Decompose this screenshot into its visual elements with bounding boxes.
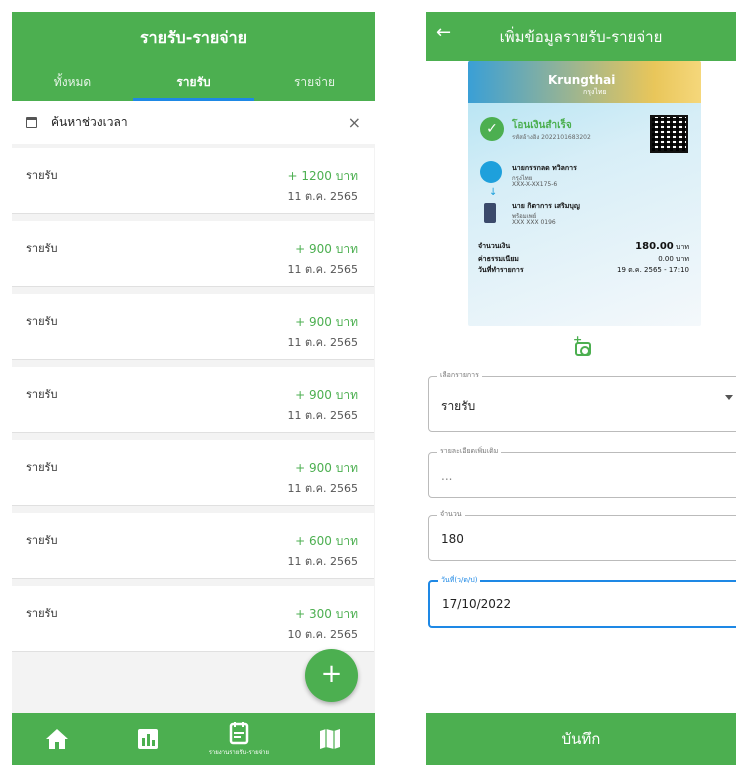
tab-all[interactable]: ทั้งหมด	[12, 63, 133, 101]
down-arrow-icon: ↓	[489, 187, 498, 198]
item-amount: + 900 บาท	[295, 242, 358, 256]
detail-field[interactable]: รายละเอียดเพิ่มเติม ...	[428, 446, 736, 498]
list-item[interactable]: รายรับ + 900 บาท 11 ต.ค. 2565	[12, 440, 374, 506]
item-type: รายรับ	[26, 607, 58, 620]
slip-date-row: วันที่ทำรายการ 19 ต.ค. 2565 - 17:10	[478, 265, 689, 276]
type-select-label: เลือกรายการ	[437, 370, 482, 381]
bar-chart-icon	[138, 729, 159, 749]
item-type: รายรับ	[26, 169, 58, 182]
tab-expense[interactable]: รายจ่าย	[254, 63, 375, 101]
slip-status: โอนเงินสำเร็จ	[512, 120, 572, 131]
nav-report[interactable]: รายงานรายรับ-รายจ่าย	[194, 713, 285, 765]
bank-icon	[480, 161, 502, 183]
slip-fee-value: 0.00 บาท	[658, 255, 689, 263]
success-check-icon: ✓	[480, 117, 504, 141]
item-amount: + 1200 บาท	[287, 169, 359, 183]
date-field-value: 17/10/2022	[442, 597, 512, 611]
slip-amount-row: จำนวนเงิน 180.00 บาท	[478, 241, 689, 252]
item-type: รายรับ	[26, 388, 58, 401]
clear-icon[interactable]: ×	[348, 113, 361, 132]
slip-banner: Krungthai กรุงไทย	[468, 61, 701, 103]
date-field-label: วันที่(ว/ด/ป)	[438, 575, 481, 586]
item-date: 10 ต.ค. 2565	[287, 628, 358, 641]
item-date: 11 ต.ค. 2565	[287, 190, 358, 203]
transfer-slip-image[interactable]: Krungthai กรุงไทย ✓ โอนเงินสำเร็จ รหัสอ้…	[468, 61, 701, 326]
date-field[interactable]: วันที่(ว/ด/ป) 17/10/2022	[428, 575, 736, 628]
nav-chart[interactable]	[103, 713, 194, 765]
app-header: ← เพิ่มข้อมูลรายรับ-รายจ่าย	[426, 12, 736, 61]
page-title: เพิ่มข้อมูลรายรับ-รายจ่าย	[499, 28, 663, 46]
date-range-label: ค้นหาช่วงเวลา	[51, 115, 128, 129]
slip-fee-row: ค่าธรรมเนียม 0.00 บาท	[478, 254, 689, 265]
item-type: รายรับ	[26, 461, 58, 474]
income-list-screen: รายรับ-รายจ่าย ทั้งหมด รายรับ รายจ่าย ค้…	[12, 12, 375, 765]
item-date: 11 ต.ค. 2565	[287, 555, 358, 568]
item-date: 11 ต.ค. 2565	[287, 263, 358, 276]
item-amount: + 900 บาท	[295, 388, 358, 402]
nav-report-caption: รายงานรายรับ-รายจ่าย	[208, 749, 270, 756]
save-button[interactable]: บันทึก	[426, 713, 736, 765]
detail-field-label: รายละเอียดเพิ่มเติม	[437, 446, 502, 457]
slip-reference: รหัสอ้างอิง 2022101683202	[512, 134, 591, 141]
detail-field-value: ...	[441, 469, 453, 483]
app-header: รายรับ-รายจ่าย ทั้งหมด รายรับ รายจ่าย	[12, 12, 375, 101]
dropdown-arrow-icon	[725, 395, 733, 400]
item-date: 11 ต.ค. 2565	[287, 336, 358, 349]
qr-code-icon	[650, 115, 688, 153]
sender-account: XXX-X-XX175-6	[512, 181, 558, 188]
type-select[interactable]: เลือกรายการ รายรับ	[428, 370, 736, 432]
tab-income[interactable]: รายรับ	[133, 63, 254, 101]
item-type: รายรับ	[26, 315, 58, 328]
tab-bar: ทั้งหมด รายรับ รายจ่าย	[12, 63, 375, 101]
item-type: รายรับ	[26, 242, 58, 255]
add-transaction-button[interactable]: +	[305, 649, 358, 702]
slip-amount-value: 180.00	[635, 241, 674, 252]
list-item[interactable]: รายรับ + 900 บาท 11 ต.ค. 2565	[12, 367, 374, 433]
calendar-icon	[26, 117, 37, 128]
list-item[interactable]: รายรับ + 600 บาท 11 ต.ค. 2565	[12, 513, 374, 579]
add-transaction-screen: ← เพิ่มข้อมูลรายรับ-รายจ่าย Krungthai กร…	[426, 12, 736, 765]
item-date: 11 ต.ค. 2565	[287, 482, 358, 495]
item-type: รายรับ	[26, 534, 58, 547]
report-icon	[229, 722, 249, 745]
slip-amount-label: จำนวนเงิน	[478, 242, 511, 250]
bottom-navigation: รายงานรายรับ-รายจ่าย	[12, 713, 375, 765]
add-photo-icon[interactable]	[575, 342, 591, 356]
nav-map[interactable]	[284, 713, 375, 765]
transaction-list: รายรับ + 1200 บาท 11 ต.ค. 2565 รายรับ + …	[12, 144, 375, 652]
item-amount: + 300 บาท	[295, 607, 358, 621]
bank-logo-th: กรุงไทย	[583, 88, 607, 96]
slip-fee-label: ค่าธรรมเนียม	[478, 255, 519, 263]
item-amount: + 900 บาท	[295, 461, 358, 475]
home-icon	[46, 729, 69, 749]
phone-icon	[484, 203, 496, 223]
amount-field-label: จำนวน	[437, 509, 465, 520]
page-title: รายรับ-รายจ่าย	[139, 28, 248, 47]
list-item[interactable]: รายรับ + 900 บาท 11 ต.ค. 2565	[12, 294, 374, 360]
list-item[interactable]: รายรับ + 900 บาท 11 ต.ค. 2565	[12, 221, 374, 287]
bank-logo: Krungthai	[548, 73, 616, 87]
amount-field[interactable]: จำนวน 180	[428, 509, 736, 561]
date-range-search[interactable]: ค้นหาช่วงเวลา ×	[12, 101, 375, 144]
back-arrow-icon[interactable]: ←	[436, 22, 451, 43]
item-amount: + 900 บาท	[295, 315, 358, 329]
receiver-account: XXX XXX 0196	[512, 219, 556, 226]
slip-amount-unit: บาท	[676, 243, 689, 251]
list-item[interactable]: รายรับ + 300 บาท 10 ต.ค. 2565	[12, 586, 374, 652]
slip-date-label: วันที่ทำรายการ	[478, 266, 524, 274]
type-select-value: รายรับ	[441, 399, 476, 413]
list-item[interactable]: รายรับ + 1200 บาท 11 ต.ค. 2565	[12, 148, 374, 214]
slip-date-value: 19 ต.ค. 2565 - 17:10	[617, 266, 689, 274]
amount-field-value: 180	[441, 532, 464, 546]
nav-home[interactable]	[12, 713, 103, 765]
map-icon	[319, 729, 340, 749]
item-amount: + 600 บาท	[295, 534, 358, 548]
item-date: 11 ต.ค. 2565	[287, 409, 358, 422]
